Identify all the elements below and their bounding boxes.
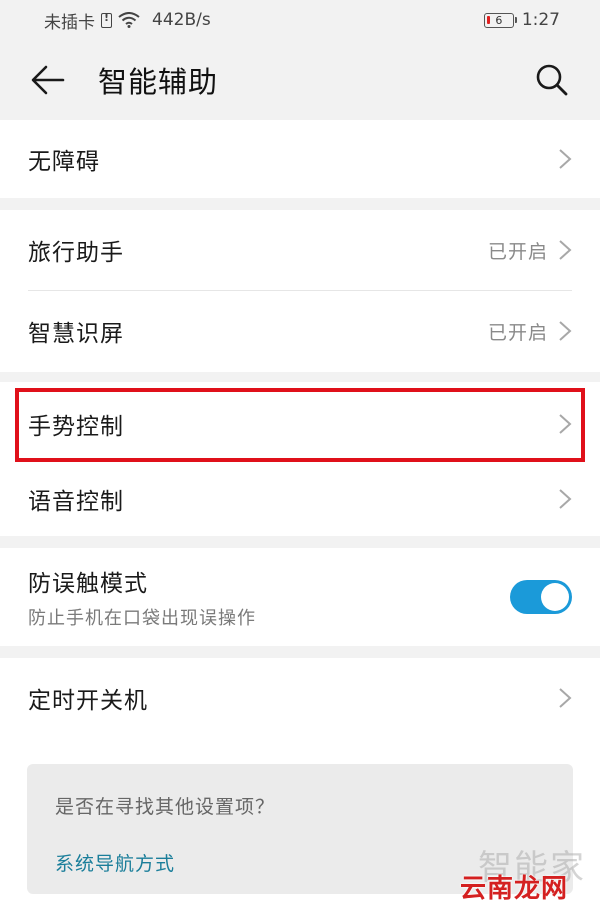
back-button[interactable] [28, 60, 68, 100]
setting-label: 防误触模式 [28, 571, 148, 597]
setting-label: 手势控制 [28, 414, 124, 440]
status-right: 6 1:27 [483, 10, 560, 30]
chevron-right-icon [559, 149, 572, 169]
setting-gesture-control[interactable]: 手势控制 [0, 386, 600, 462]
chevron-right-icon [559, 414, 572, 434]
battery-icon: 6 [483, 12, 517, 28]
setting-status: 已开启 [487, 240, 548, 263]
chevron-right-icon [559, 688, 572, 708]
watermark-logo-text: 云南龙网 [459, 874, 568, 904]
setting-label: 无障碍 [28, 149, 100, 175]
status-bar: 未插卡 442B/s 6 1:27 [0, 0, 600, 40]
setting-label: 定时开关机 [28, 688, 148, 714]
setting-pocket-mode[interactable]: 防误触模式 防止手机在口袋出现误操作 [0, 548, 600, 646]
wifi-icon [118, 12, 140, 28]
setting-voice-control[interactable]: 语音控制 [0, 462, 600, 536]
chevron-right-icon [559, 489, 572, 509]
arrow-left-icon [31, 65, 65, 95]
pocket-mode-toggle[interactable] [510, 580, 572, 614]
suggestion-question: 是否在寻找其他设置项？ [55, 796, 276, 818]
setting-travel-assistant[interactable]: 旅行助手 已开启 [0, 210, 600, 290]
chevron-right-icon [559, 240, 572, 260]
status-left: 未插卡 442B/s [44, 8, 211, 33]
carrier-text: 未插卡 [44, 12, 95, 33]
setting-label: 旅行助手 [28, 240, 124, 266]
setting-status: 已开启 [487, 321, 548, 344]
setting-smart-screen[interactable]: 智慧识屏 已开启 [0, 291, 600, 371]
search-icon [536, 64, 568, 96]
network-speed: 442B/s [152, 10, 211, 30]
app-bar: 智能辅助 [0, 40, 600, 120]
battery-level: 6 [495, 13, 503, 27]
search-button[interactable] [532, 60, 572, 100]
chevron-right-icon [559, 321, 572, 341]
clock-time: 1:27 [521, 10, 560, 30]
setting-label: 智慧识屏 [28, 321, 124, 347]
setting-text-group: 防误触模式 防止手机在口袋出现误操作 [28, 564, 256, 630]
setting-description: 防止手机在口袋出现误操作 [28, 608, 256, 629]
toggle-knob [541, 583, 569, 611]
page-title: 智能辅助 [98, 65, 219, 99]
setting-scheduled-power[interactable]: 定时开关机 [0, 658, 600, 738]
setting-label: 语音控制 [28, 489, 124, 515]
sim-alert-icon [101, 11, 112, 28]
setting-accessibility[interactable]: 无障碍 [0, 120, 600, 198]
